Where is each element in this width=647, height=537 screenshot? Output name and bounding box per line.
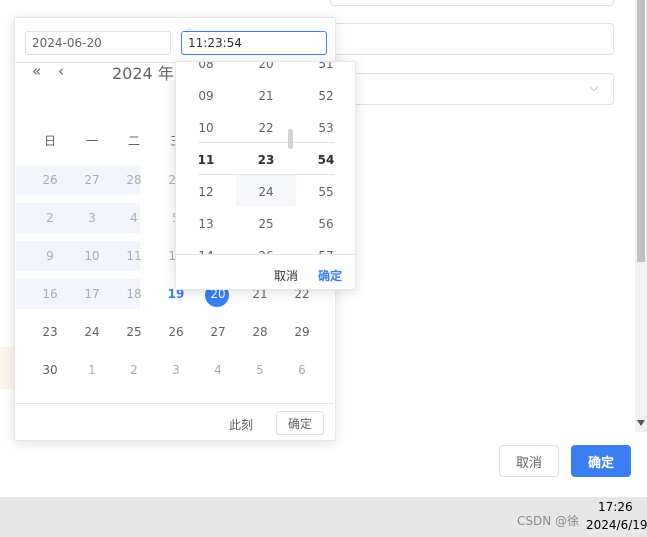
calendar-day: 3 [88,211,96,225]
calendar-day[interactable]: 25 [118,324,150,340]
calendar-day[interactable]: 23 [34,324,66,340]
taskbar-clock-time[interactable]: 17:26 [598,500,633,514]
second-option[interactable]: 52 [306,88,346,104]
hour-option[interactable]: 09 [186,88,226,104]
year-month-label[interactable]: 2024 年 [112,60,174,84]
time-input[interactable]: 11:23:54 [181,31,327,55]
time-cancel-button[interactable]: 取消 [274,267,298,284]
second-option[interactable]: 51 [306,62,346,72]
calendar-day[interactable]: 29 [286,324,318,340]
calendar-day[interactable]: 24 [76,324,108,340]
picker-confirm-button[interactable]: 确定 [276,411,324,435]
selection-line-bottom [198,174,334,175]
minute-option[interactable]: 21 [246,88,286,104]
weekday-header: 二 [127,134,140,148]
spinner-scroll-thumb[interactable] [288,129,293,149]
calendar-day: 6 [298,363,306,377]
time-ok-button[interactable]: 确定 [318,267,342,284]
calendar-day: 28 [126,173,142,187]
time-spinner[interactable]: 0809101112131420212223242526515253545556… [176,62,355,254]
calendar-day: 2 [130,363,138,377]
form-field-top[interactable] [330,0,614,6]
minute-option[interactable]: 24 [246,184,286,200]
scroll-down-arrow-icon[interactable] [637,420,645,426]
dialog-cancel-button[interactable]: 取消 [499,445,559,477]
second-option[interactable]: 53 [306,120,346,136]
calendar-day: 1 [88,363,96,377]
calendar-day: 4 [214,363,222,377]
hour-option[interactable]: 13 [186,216,226,232]
chevron-left-icon[interactable]: ‹ [58,62,64,80]
selection-line-top [198,142,334,143]
calendar-day: 4 [130,211,138,225]
minute-option[interactable]: 25 [246,216,286,232]
chevron-down-icon: ⌵ [589,80,599,95]
calendar-day[interactable]: 28 [244,324,276,340]
second-option[interactable]: 55 [306,184,346,200]
warning-strip [0,347,14,389]
calendar-day: 18 [126,287,142,301]
hour-option[interactable]: 12 [186,184,226,200]
calendar-day: 2 [46,211,54,225]
taskbar-clock-date[interactable]: 2024/6/19 [586,518,647,532]
minute-option[interactable]: 23 [246,152,286,168]
weekday-header: 日 [43,134,56,148]
form-select[interactable]: ⌵ [330,73,614,105]
double-chevron-left-icon[interactable]: « [32,62,41,80]
minute-option[interactable]: 20 [246,62,286,72]
time-spinner-panel: 0809101112131420212223242526515253545556… [175,61,356,290]
page-scrollbar[interactable] [635,0,647,432]
weekday-header: 一 [85,134,98,148]
calendar-day: 27 [84,173,100,187]
calendar-day: 16 [42,287,58,301]
calendar-day: 10 [84,249,100,263]
hour-option[interactable]: 08 [186,62,226,72]
calendar-day[interactable]: 26 [160,324,192,340]
calendar-day: 9 [46,249,54,263]
picker-header: 2024-06-20 11:23:54 [15,18,335,63]
dialog-ok-button[interactable]: 确定 [571,445,631,477]
calendar-day[interactable]: 30 [34,362,66,378]
hour-option[interactable]: 11 [186,152,226,168]
calendar-day[interactable]: 27 [202,324,234,340]
calendar-day: 3 [172,363,180,377]
scrollbar-thumb[interactable] [637,0,645,262]
calendar-day: 26 [42,173,58,187]
calendar-day: 11 [126,249,142,263]
calendar-day: 17 [84,287,100,301]
csdn-watermark: CSDN @徐 [517,514,580,528]
hour-option[interactable]: 10 [186,120,226,136]
second-option[interactable]: 56 [306,216,346,232]
form-field-middle[interactable] [330,23,614,55]
second-option[interactable]: 54 [306,152,346,168]
now-button[interactable]: 此刻 [229,416,253,433]
calendar-day: 5 [256,363,264,377]
date-input[interactable]: 2024-06-20 [25,31,171,55]
picker-footer-divider [14,403,334,404]
time-panel-divider [176,254,355,255]
minute-option[interactable]: 22 [246,120,286,136]
